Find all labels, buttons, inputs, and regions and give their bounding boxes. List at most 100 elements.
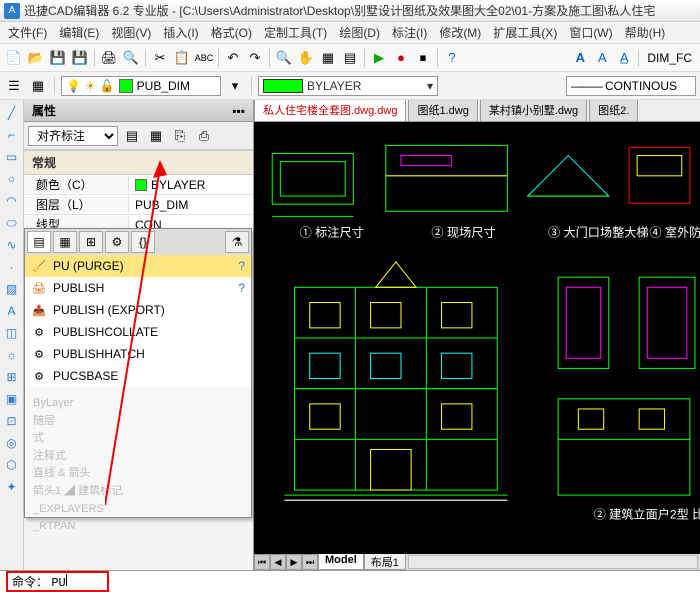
spell-icon[interactable]: ABC bbox=[194, 48, 214, 68]
t2-icon[interactable]: ☼ bbox=[3, 346, 21, 364]
menu-view[interactable]: 视图(V) bbox=[105, 22, 157, 43]
t4-icon[interactable]: ▣ bbox=[3, 390, 21, 408]
layer-btn-icon[interactable]: ▾ bbox=[225, 76, 245, 96]
svg-text:④ 室外防水: ④ 室外防水 bbox=[649, 225, 700, 240]
file-tab-3[interactable]: 某村镇小别墅.dwg bbox=[480, 100, 587, 121]
file-tabs: 私人住宅楼全套图.dwg.dwg 图纸1.dwg 某村镇小别墅.dwg 图纸2. bbox=[254, 100, 700, 122]
redo-icon[interactable]: ↷ bbox=[245, 48, 265, 68]
menu-insert[interactable]: 插入(I) bbox=[157, 22, 204, 43]
pt4-icon[interactable]: ⎙ bbox=[194, 126, 214, 146]
line-icon[interactable]: ╱ bbox=[3, 104, 21, 122]
copy-icon[interactable]: 📋 bbox=[172, 48, 192, 68]
stop-icon[interactable]: ● bbox=[391, 48, 411, 68]
pline-icon[interactable]: ⌐ bbox=[3, 126, 21, 144]
t6-icon[interactable]: ◎ bbox=[3, 434, 21, 452]
titlebar: A 迅捷CAD编辑器 6.2 专业版 - [C:\Users\Administr… bbox=[0, 0, 700, 22]
ac-tab-2[interactable]: ▦ bbox=[53, 231, 77, 253]
open-icon[interactable]: 📂 bbox=[26, 48, 46, 68]
menu-edit[interactable]: 编辑(E) bbox=[53, 22, 105, 43]
drawing-viewport[interactable]: ① 标注尺寸 ② 现场尺寸 ③ 大门口场整大梯 ④ 室外防水 bbox=[254, 122, 700, 554]
circle-icon[interactable]: ○ bbox=[3, 170, 21, 188]
panel-menu-icon[interactable]: ▪▪▪ bbox=[232, 104, 245, 118]
ac-item-purge[interactable]: 🧹 PU (PURGE) ? bbox=[25, 255, 251, 277]
layout-tab[interactable]: 布局1 bbox=[364, 554, 406, 570]
help-icon[interactable]: ? bbox=[238, 281, 245, 295]
zoom-icon[interactable]: 🔍 bbox=[274, 48, 294, 68]
t5-icon[interactable]: ⊡ bbox=[3, 412, 21, 430]
print-icon[interactable]: 🖨 bbox=[99, 48, 119, 68]
menu-draw[interactable]: 绘图(D) bbox=[333, 22, 386, 43]
selection-type[interactable]: 对齐标注 bbox=[28, 126, 118, 146]
text-a2-icon[interactable]: A bbox=[592, 48, 612, 68]
scroll-first-icon[interactable]: ⏮ bbox=[254, 554, 270, 570]
menu-modify[interactable]: 修改(M) bbox=[433, 22, 487, 43]
prop-row-color[interactable]: 颜色（C） BYLAYER bbox=[24, 175, 253, 195]
menu-format[interactable]: 格式(O) bbox=[205, 22, 258, 43]
menu-file[interactable]: 文件(F) bbox=[2, 22, 53, 43]
linetype-selector[interactable]: ——— CONTINOUS bbox=[566, 76, 696, 96]
layers-icon[interactable]: ☰ bbox=[4, 76, 24, 96]
ac-tab-4[interactable]: ⚙ bbox=[105, 231, 129, 253]
t8-icon[interactable]: ✦ bbox=[3, 478, 21, 496]
section-general[interactable]: 常规 bbox=[24, 150, 253, 175]
model-tab[interactable]: Model bbox=[318, 554, 364, 570]
preview-icon[interactable]: 🔍 bbox=[121, 48, 141, 68]
ac-tab-3[interactable]: ⊞ bbox=[79, 231, 103, 253]
ac-tab-5[interactable]: {} bbox=[131, 231, 155, 253]
stop2-icon[interactable]: ⏹ bbox=[413, 48, 433, 68]
cmd-input-text: PU bbox=[51, 576, 65, 590]
undo-icon[interactable]: ↶ bbox=[223, 48, 243, 68]
scroll-last-icon[interactable]: ⏭ bbox=[302, 554, 318, 570]
menu-annotate[interactable]: 标注(I) bbox=[386, 22, 433, 43]
h-scrollbar[interactable] bbox=[408, 555, 698, 569]
menu-expand[interactable]: 扩展工具(X) bbox=[487, 22, 563, 43]
hatch-icon[interactable]: ▨ bbox=[3, 280, 21, 298]
new-icon[interactable]: 📄 bbox=[4, 48, 24, 68]
arc-icon[interactable]: ◠ bbox=[3, 192, 21, 210]
tool2-icon[interactable]: ▤ bbox=[340, 48, 360, 68]
tool1-icon[interactable]: ▦ bbox=[318, 48, 338, 68]
text-a3-icon[interactable]: A̲ bbox=[614, 48, 634, 68]
toolbar-main: 📄 📂 💾 💾 🖨 🔍 ✂ 📋 ABC ↶ ↷ 🔍 ✋ ▦ ▤ ▶ ● ⏹ ? … bbox=[0, 44, 700, 72]
pt2-icon[interactable]: ▦ bbox=[146, 126, 166, 146]
text-icon[interactable]: A bbox=[3, 302, 21, 320]
ac-item-pucsbase[interactable]: ⚙ PUCSBASE bbox=[25, 365, 251, 387]
ac-item-publish-export[interactable]: 📤 PUBLISH (EXPORT) bbox=[25, 299, 251, 321]
spline-icon[interactable]: ∿ bbox=[3, 236, 21, 254]
cut-icon[interactable]: ✂ bbox=[150, 48, 170, 68]
ac-item-publish[interactable]: 🖨 PUBLISH ? bbox=[25, 277, 251, 299]
ac-item-publishhatch[interactable]: ⚙ PUBLISHHATCH bbox=[25, 343, 251, 365]
point-icon[interactable]: · bbox=[3, 258, 21, 276]
rect-icon[interactable]: ▭ bbox=[3, 148, 21, 166]
file-tab-4[interactable]: 图纸2. bbox=[589, 100, 638, 121]
text-a-icon[interactable]: A bbox=[570, 48, 590, 68]
t7-icon[interactable]: ⬡ bbox=[3, 456, 21, 474]
layer-selector[interactable]: 💡☀🔓 PUB_DIM bbox=[61, 76, 221, 96]
play-icon[interactable]: ▶ bbox=[369, 48, 389, 68]
pan-icon[interactable]: ✋ bbox=[296, 48, 316, 68]
scroll-next-icon[interactable]: ▶ bbox=[286, 554, 302, 570]
file-tab-2[interactable]: 图纸1.dwg bbox=[408, 100, 477, 121]
file-tab-1[interactable]: 私人住宅楼全套图.dwg.dwg bbox=[254, 100, 406, 121]
ac-tab-flask[interactable]: ⚗ bbox=[225, 231, 249, 253]
command-line[interactable]: 命令： PU bbox=[0, 570, 700, 592]
ellipse-icon[interactable]: ⬭ bbox=[3, 214, 21, 232]
menu-window[interactable]: 窗口(W) bbox=[563, 22, 618, 43]
t3-icon[interactable]: ⊞ bbox=[3, 368, 21, 386]
color-selector[interactable]: BYLAYER ▾ bbox=[258, 76, 438, 96]
ac-tab-1[interactable]: ▤ bbox=[27, 231, 51, 253]
prop-row-layer[interactable]: 图层（L） PUB_DIM bbox=[24, 195, 253, 215]
layer-tool-icon[interactable]: ▦ bbox=[28, 76, 48, 96]
ac-item-publishcollate[interactable]: ⚙ PUBLISHCOLLATE bbox=[25, 321, 251, 343]
saveall-icon[interactable]: 💾 bbox=[70, 48, 90, 68]
window-title: 迅捷CAD编辑器 6.2 专业版 - [C:\Users\Administrat… bbox=[24, 2, 655, 19]
menu-custom[interactable]: 定制工具(T) bbox=[258, 22, 333, 43]
t1-icon[interactable]: ◫ bbox=[3, 324, 21, 342]
scroll-prev-icon[interactable]: ◀ bbox=[270, 554, 286, 570]
pt1-icon[interactable]: ▤ bbox=[122, 126, 142, 146]
pt3-icon[interactable]: ⎘ bbox=[170, 126, 190, 146]
menu-help[interactable]: 帮助(H) bbox=[619, 22, 672, 43]
save-icon[interactable]: 💾 bbox=[48, 48, 68, 68]
help-icon[interactable]: ? bbox=[238, 259, 245, 273]
help-icon[interactable]: ? bbox=[442, 48, 462, 68]
